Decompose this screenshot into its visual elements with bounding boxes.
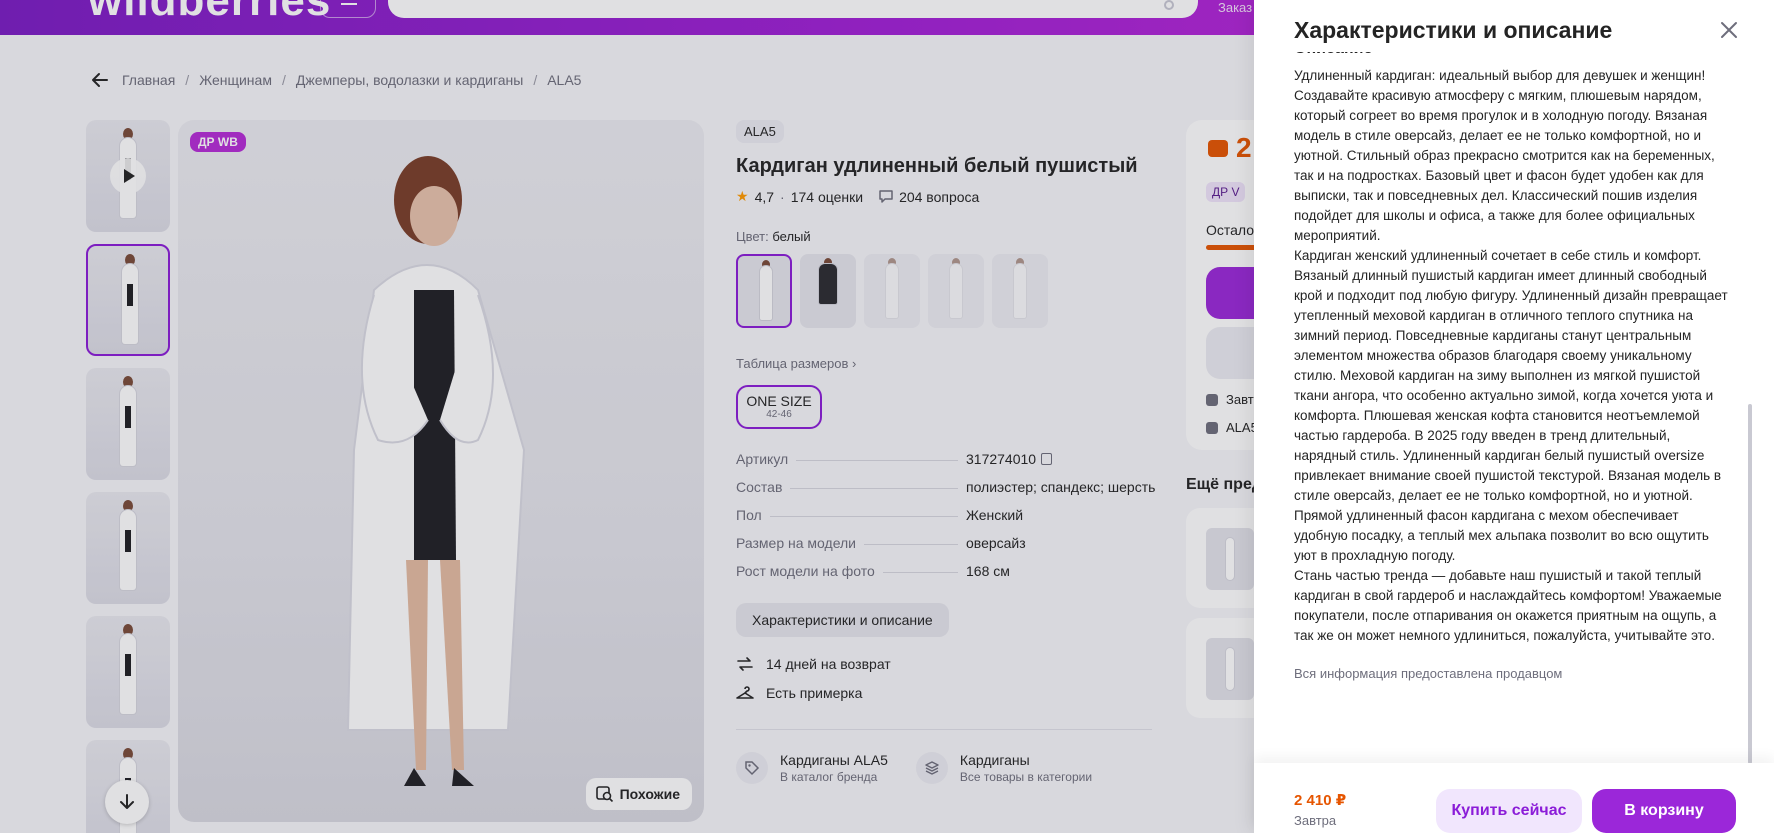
panel-footer: 2 410 ₽ Завтра Купить сейчас В корзину (1254, 763, 1774, 833)
add-to-cart-button[interactable]: В корзину (1592, 789, 1736, 833)
description-text: Удлиненный кардиган: идеальный выбор для… (1294, 66, 1732, 646)
close-icon[interactable] (1717, 18, 1741, 42)
modal-backdrop[interactable] (0, 0, 1254, 833)
panel-content[interactable]: Описание Удлиненный кардиган: идеальный … (1294, 52, 1734, 762)
description-paragraph: Удлиненный кардиган: идеальный выбор для… (1294, 68, 1715, 243)
footer-delivery-date: Завтра (1294, 813, 1337, 828)
description-paragraph: Стань частью тренда — добавьте наш пушис… (1294, 568, 1722, 643)
panel-scrollbar[interactable] (1748, 404, 1752, 764)
seller-note: Вся информация предоставлена продавцом (1294, 666, 1563, 681)
panel-title: Характеристики и описание (1294, 17, 1613, 43)
footer-price: 2 410 ₽ (1294, 792, 1347, 809)
buy-now-button[interactable]: Купить сейчас (1436, 789, 1582, 833)
description-paragraph: Кардиган женский удлиненный сочетает в с… (1294, 248, 1728, 563)
description-heading: Описание (1294, 52, 1734, 62)
characteristics-panel: Характеристики и описание Описание Удлин… (1254, 0, 1774, 833)
